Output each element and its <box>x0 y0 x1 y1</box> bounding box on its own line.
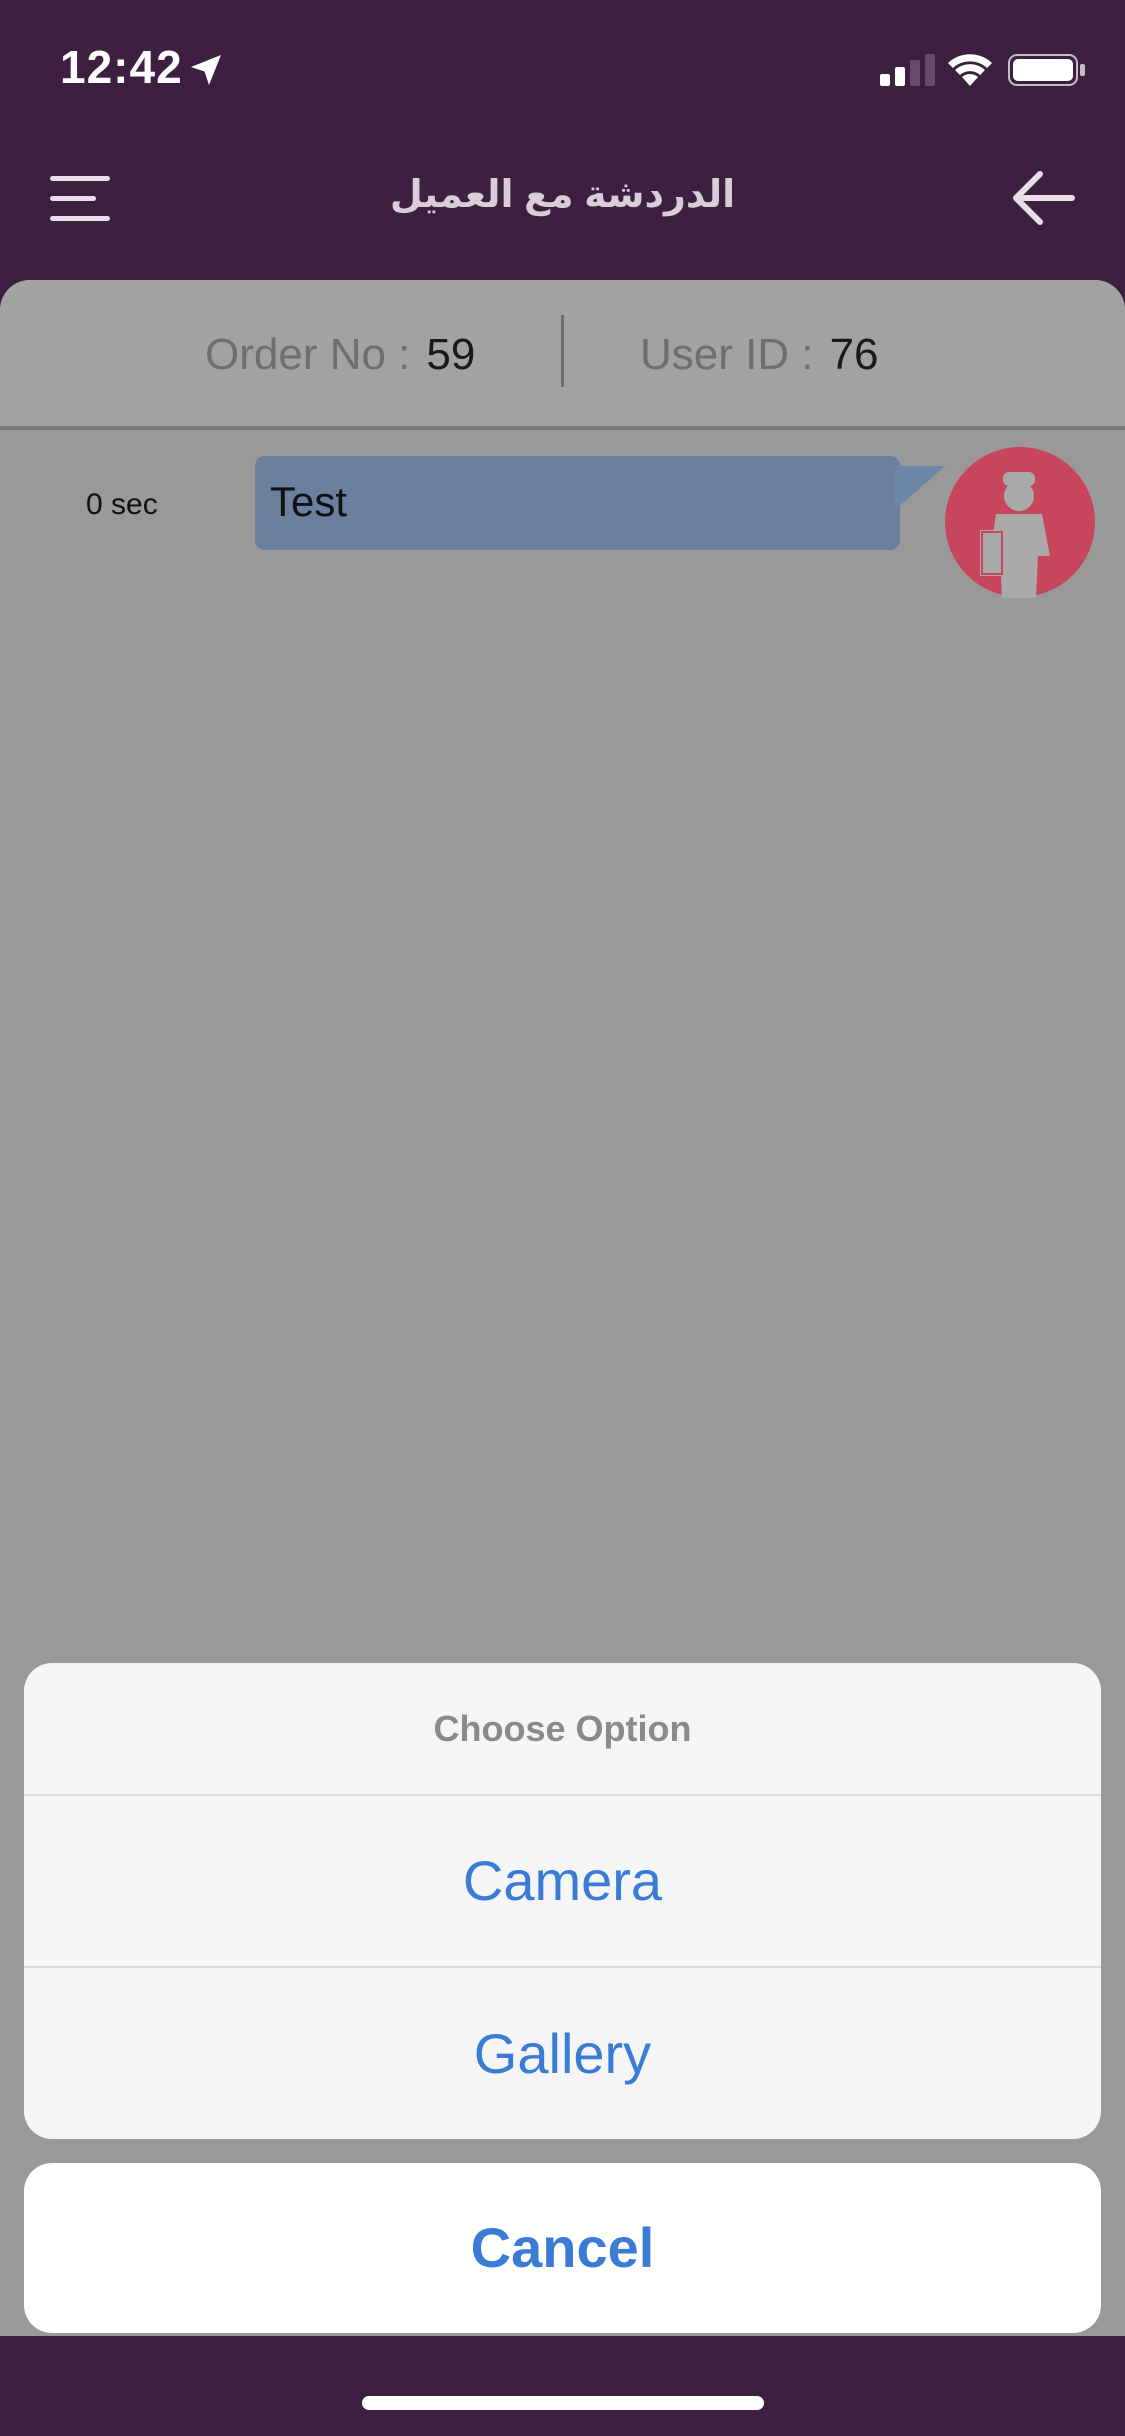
screen: 12:42 الدردشة مع العميل Order No: 59 Us… <box>0 0 1125 2436</box>
battery-icon <box>1008 54 1085 86</box>
order-number-label: Order No : <box>205 330 411 379</box>
cancel-button[interactable]: Cancel <box>24 2163 1101 2333</box>
arrow-left-icon[interactable] <box>1010 168 1078 228</box>
user-id-label: User ID : <box>640 330 814 379</box>
cellular-signal-icon <box>880 54 935 86</box>
delivery-person-icon <box>945 447 1095 598</box>
user-id-value: 76 <box>829 330 879 379</box>
bottom-bar <box>0 2336 1125 2436</box>
info-divider <box>561 315 564 387</box>
action-sheet-title: Choose Option <box>433 1708 692 1749</box>
action-sheet: Choose Option Camera Gallery <box>24 1663 1101 2139</box>
gallery-option-button[interactable]: Gallery <box>24 1968 1101 2139</box>
status-bar: 12:42 <box>0 0 1125 140</box>
page-title: الدردشة مع العميل <box>389 174 736 216</box>
wifi-icon <box>948 54 992 86</box>
camera-option-button[interactable]: Camera <box>24 1796 1101 1966</box>
message-text: Test <box>270 478 348 525</box>
status-time: 12:42 <box>60 41 183 93</box>
location-arrow-icon <box>191 55 221 85</box>
order-number: Order No : 59 <box>205 330 475 380</box>
bubble-tail <box>895 466 945 510</box>
home-indicator[interactable] <box>362 2396 764 2410</box>
message-time: 0 sec <box>86 488 158 521</box>
user-id: User ID : 76 <box>640 330 879 380</box>
order-number-value: 59 <box>426 330 476 379</box>
message-bubble <box>255 456 900 550</box>
